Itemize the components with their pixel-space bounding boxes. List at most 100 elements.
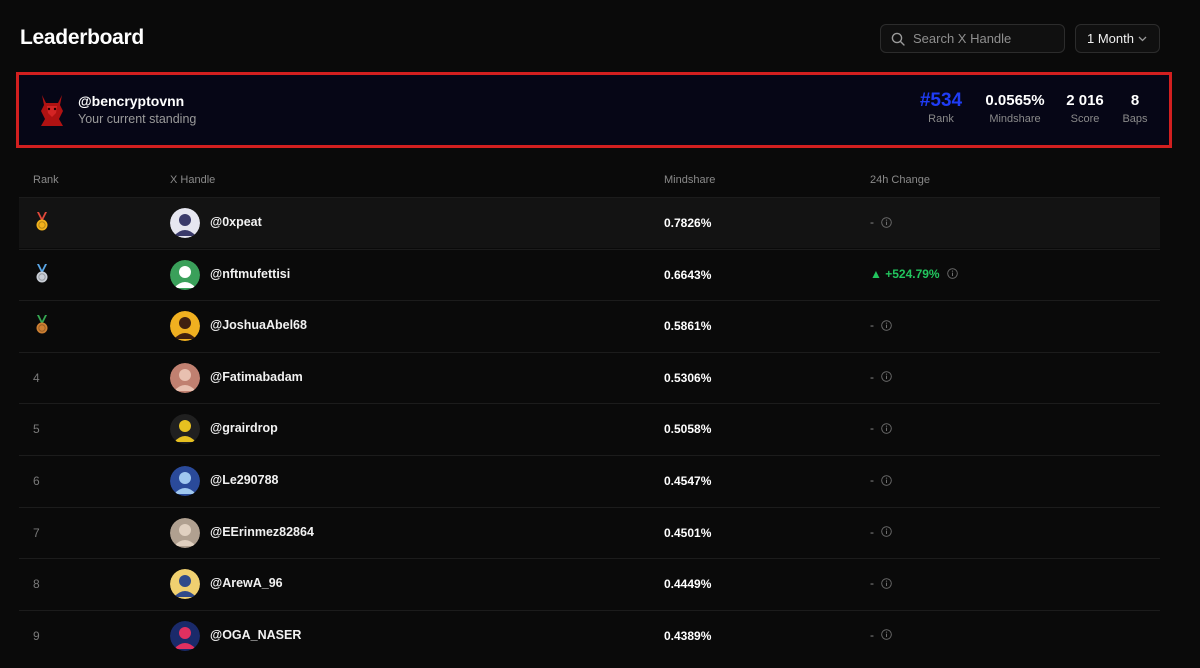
info-icon[interactable] (881, 319, 892, 331)
mindshare-value: 0.7826% (664, 216, 712, 230)
table-row[interactable]: 5 @grairdrop 0.5058% - (19, 403, 1160, 454)
change-value: - (870, 627, 874, 642)
change-value: ▲ +524.79% (870, 266, 940, 281)
table-row[interactable]: 7 @EErinmez82864 0.4501% - (19, 506, 1160, 558)
leaderboard-page: Leaderboard 1 Month @bencryptovnn Your c… (0, 0, 1200, 668)
silver-medal-icon (36, 263, 48, 283)
info-icon[interactable] (881, 423, 892, 434)
x-handle[interactable]: @0xpeat (210, 215, 262, 229)
change-value: - (870, 318, 874, 333)
bronze-medal-icon (36, 315, 48, 334)
gold-medal-icon (36, 212, 48, 231)
avatar (170, 362, 200, 393)
column-header-rank[interactable]: Rank (33, 174, 59, 186)
info-icon[interactable] (881, 526, 892, 537)
x-handle[interactable]: @OGA_NASER (210, 628, 301, 642)
change-value: - (870, 473, 874, 487)
change-value: - (870, 524, 874, 539)
standing-handle: @bencryptovnn (78, 93, 185, 109)
change-value: - (870, 215, 874, 229)
x-handle[interactable]: @grairdrop (210, 421, 278, 435)
stat-baps-label: Baps (1122, 113, 1148, 125)
change-cell: ▲ +524.79% (870, 267, 958, 281)
mindshare-value: 0.5058% (664, 422, 712, 437)
avatar (170, 259, 200, 290)
change-cell: - (870, 370, 892, 384)
stat-baps: 8 Baps (1120, 91, 1150, 125)
table-row[interactable]: 6 @Le290788 0.4547% - (19, 455, 1160, 506)
avatar (170, 620, 200, 651)
rank-number: 4 (33, 370, 40, 385)
change-cell: - (870, 525, 892, 539)
chevron-down-icon (1138, 36, 1147, 42)
change-cell: - (870, 628, 892, 642)
change-value: - (870, 369, 874, 384)
mindshare-value: 0.5306% (664, 370, 712, 385)
avatar (170, 311, 200, 342)
user-avatar (41, 95, 63, 126)
period-select[interactable]: 1 Month (1075, 24, 1160, 53)
rank-number: 6 (33, 474, 40, 488)
stat-baps-value: 8 (1130, 92, 1140, 109)
stat-mindshare-value: 0.0565% (985, 92, 1045, 109)
avatar (170, 517, 200, 548)
mindshare-value: 0.5861% (664, 319, 712, 334)
x-handle[interactable]: @ArewA_96 (210, 576, 283, 590)
mindshare-value: 0.4389% (664, 628, 712, 643)
column-header-mindshare[interactable]: Mindshare (664, 174, 715, 186)
stat-rank-value: #534 (919, 90, 963, 111)
mindshare-value: 0.4501% (664, 525, 712, 540)
period-select-value: 1 Month (1087, 31, 1134, 46)
change-cell: - (870, 576, 892, 590)
column-header-24h-change[interactable]: 24h Change (870, 174, 930, 186)
mindshare-value: 0.4547% (664, 474, 712, 488)
info-icon[interactable] (881, 216, 892, 228)
table-row[interactable]: @0xpeat 0.7826% - (19, 197, 1160, 248)
search-icon (891, 32, 905, 46)
stat-score: 2 016 Score (1059, 91, 1111, 125)
info-icon[interactable] (881, 474, 892, 486)
change-cell: - (870, 473, 892, 487)
stat-mindshare: 0.0565% Mindshare (982, 91, 1048, 125)
current-standing-card: @bencryptovnn Your current standing #534… (16, 72, 1172, 148)
avatar (170, 208, 200, 238)
stat-rank-label: Rank (928, 113, 954, 125)
change-value: - (870, 576, 874, 591)
x-handle[interactable]: @Fatimabadam (210, 370, 303, 384)
avatar (170, 414, 200, 445)
change-cell: - (870, 215, 892, 229)
standing-subtitle: Your current standing (78, 112, 197, 126)
page-title: Leaderboard (20, 26, 144, 49)
rank-number: 8 (33, 577, 40, 592)
x-handle[interactable]: @EErinmez82864 (210, 525, 314, 539)
x-handle[interactable]: @JoshuaAbel68 (210, 318, 307, 332)
avatar (170, 466, 200, 496)
info-icon[interactable] (881, 577, 892, 589)
column-header-handle[interactable]: X Handle (170, 174, 215, 186)
stat-rank: #534 Rank (912, 90, 970, 126)
stat-score-label: Score (1070, 113, 1100, 125)
x-handle[interactable]: @Le290788 (210, 473, 279, 487)
table-row[interactable]: @nftmufettisi 0.6643% ▲ +524.79% (19, 248, 1160, 300)
stat-mindshare-label: Mindshare (989, 113, 1041, 125)
change-cell: - (870, 318, 892, 332)
mindshare-value: 0.6643% (664, 267, 712, 282)
table-row[interactable]: @JoshuaAbel68 0.5861% - (19, 300, 1160, 351)
table-row[interactable]: 4 @Fatimabadam 0.5306% - (19, 351, 1160, 403)
rank-number: 7 (33, 525, 40, 540)
x-handle[interactable]: @nftmufettisi (210, 267, 290, 281)
info-icon[interactable] (946, 268, 958, 279)
search-box[interactable] (880, 24, 1065, 53)
change-cell: - (870, 421, 892, 435)
rank-number: 5 (33, 422, 40, 437)
info-icon[interactable] (881, 371, 892, 383)
stat-score-value: 2 016 (1066, 92, 1104, 109)
avatar (170, 569, 200, 600)
table-row[interactable]: 9 @OGA_NASER 0.4389% - (19, 609, 1160, 661)
rank-number: 9 (33, 628, 40, 643)
change-value: - (870, 421, 874, 436)
search-input[interactable] (913, 31, 1063, 46)
table-row[interactable]: 8 @ArewA_96 0.4449% - (19, 558, 1160, 609)
info-icon[interactable] (881, 629, 892, 641)
mindshare-value: 0.4449% (664, 577, 712, 592)
